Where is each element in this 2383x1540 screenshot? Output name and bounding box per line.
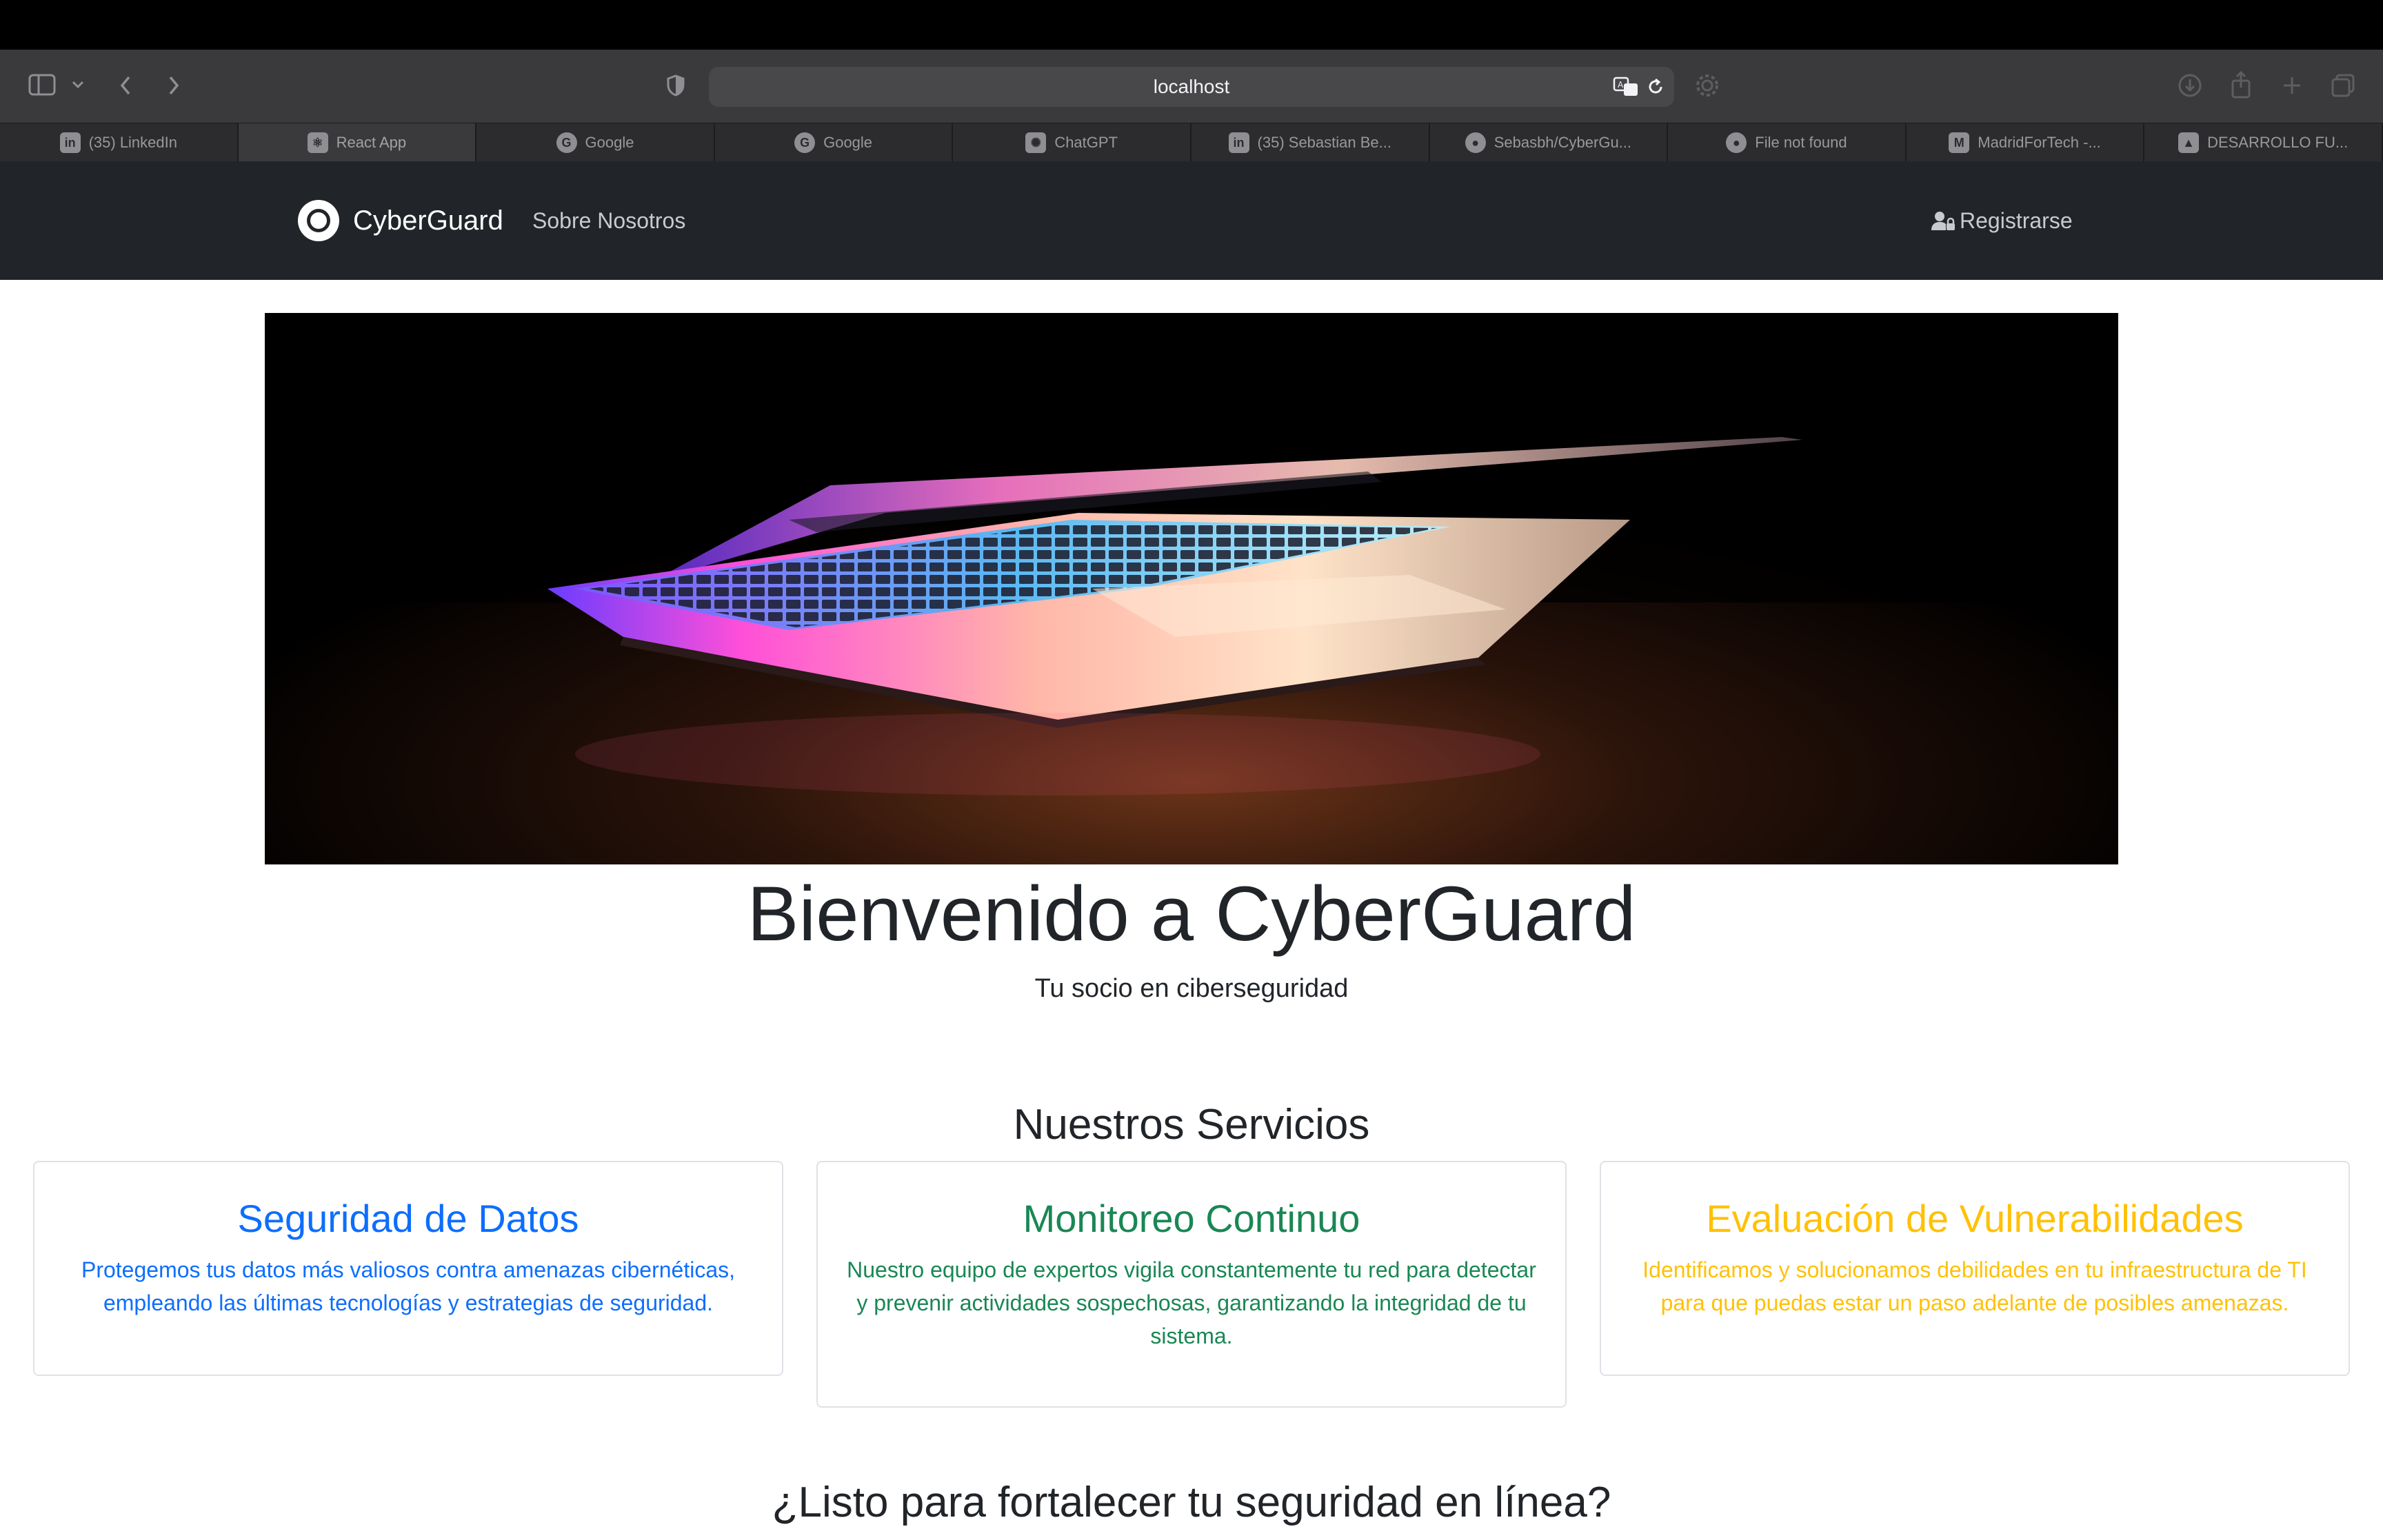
browser-tab-label: Google xyxy=(585,134,634,151)
google-icon: G xyxy=(794,132,816,153)
share-icon[interactable] xyxy=(2226,69,2256,101)
react-icon: ⚛ xyxy=(307,132,328,153)
service-card-monitoreo-continuo: Monitoreo Continuo Nuestro equipo de exp… xyxy=(816,1161,1567,1408)
chatgpt-icon: ✺ xyxy=(1025,132,1047,153)
browser-tab-label: (35) LinkedIn xyxy=(88,134,177,151)
drive-icon: ▲ xyxy=(2178,132,2200,153)
svg-text:A: A xyxy=(1618,80,1624,90)
browser-tab-label: MadridForTech -... xyxy=(1978,134,2101,151)
sidebar-toggle-icon[interactable] xyxy=(26,69,58,101)
browser-tab[interactable]: ● File not found xyxy=(1668,123,1907,162)
browser-tab-label: ChatGPT xyxy=(1054,134,1118,151)
browser-tab[interactable]: in (35) Sebastian Be... xyxy=(1192,123,1430,162)
browser-tab[interactable]: ✺ ChatGPT xyxy=(953,123,1192,162)
browser-tab[interactable]: G Google xyxy=(715,123,954,162)
hero-laptop-image xyxy=(265,313,2118,864)
address-bar[interactable]: localhost A xyxy=(709,67,1674,107)
service-card-text: Identificamos y solucionamos debilidades… xyxy=(1642,1257,2307,1315)
nav-link-sobre-nosotros[interactable]: Sobre Nosotros xyxy=(532,203,685,239)
browser-tab[interactable]: ● Sebasbh/CyberGu... xyxy=(1430,123,1669,162)
browser-tab-label: Sebasbh/CyberGu... xyxy=(1494,134,1632,151)
hero-subtitle: Tu socio en ciberseguridad xyxy=(1034,974,1349,1003)
register-link[interactable]: Registrarse xyxy=(1931,203,2073,239)
back-icon[interactable] xyxy=(112,70,139,101)
browser-tab-label: (35) Sebastian Be... xyxy=(1257,134,1391,151)
cta-title: ¿Listo para fortalecer tu seguridad en l… xyxy=(772,1479,1611,1526)
chevron-down-icon[interactable] xyxy=(68,74,88,95)
extension-gear-icon[interactable] xyxy=(1692,70,1722,101)
browser-tab[interactable]: G Google xyxy=(476,123,715,162)
register-label: Registrarse xyxy=(1960,207,2073,233)
downloads-icon[interactable] xyxy=(2175,70,2205,101)
cyberguard-logo-icon[interactable] xyxy=(298,200,339,241)
tab-bar: in (35) LinkedIn ⚛ React App G Google G Google ✺… xyxy=(0,123,2383,162)
forward-icon[interactable] xyxy=(160,70,188,101)
services-title: Nuestros Servicios xyxy=(1013,1101,1370,1148)
github-icon: ● xyxy=(1465,132,1486,153)
user-lock-icon xyxy=(1931,212,1955,230)
service-card-title: Monitoreo Continuo xyxy=(1023,1197,1360,1240)
service-card-text: Nuestro equipo de expertos vigila consta… xyxy=(847,1257,1536,1348)
new-tab-icon[interactable] xyxy=(2277,70,2307,101)
browser-tab-label: DESARROLLO FU... xyxy=(2207,134,2349,151)
brand-name[interactable]: CyberGuard xyxy=(353,201,503,240)
madridfortech-icon: M xyxy=(1949,132,1970,153)
google-icon: G xyxy=(556,132,577,153)
window-top-strip xyxy=(0,0,2383,50)
service-card-title: Seguridad de Datos xyxy=(237,1197,579,1240)
browser-tab-label: Google xyxy=(823,134,873,151)
reload-icon[interactable] xyxy=(1644,75,1667,99)
service-card-text: Protegemos tus datos más valiosos contra… xyxy=(81,1257,735,1315)
hero-title: Bienvenido a CyberGuard xyxy=(747,871,1636,957)
privacy-shield-icon[interactable] xyxy=(662,70,690,101)
tab-overview-icon[interactable] xyxy=(2328,70,2358,101)
linkedin-icon: in xyxy=(1228,132,1249,153)
browser-tab-label: File not found xyxy=(1755,134,1847,151)
translate-icon[interactable]: A xyxy=(1612,74,1640,100)
service-card-title: Evaluación de Vulnerabilidades xyxy=(1706,1197,2244,1240)
browser-tab[interactable]: ⚛ React App xyxy=(238,123,477,162)
service-card-seguridad-datos: Seguridad de Datos Protegemos tus datos … xyxy=(33,1161,783,1376)
browser-tab[interactable]: M MadridForTech -... xyxy=(1907,123,2145,162)
address-bar-url[interactable]: localhost xyxy=(709,67,1674,107)
browser-tab[interactable]: ▲ DESARROLLO FU... xyxy=(2144,123,2383,162)
browser-tab[interactable]: in (35) LinkedIn xyxy=(0,123,239,162)
github-icon: ● xyxy=(1726,132,1747,153)
browser-tab-label: React App xyxy=(336,134,407,151)
linkedin-icon: in xyxy=(59,132,81,153)
service-card-evaluacion-vulnerabilidades: Evaluación de Vulnerabilidades Identific… xyxy=(1600,1161,2350,1376)
